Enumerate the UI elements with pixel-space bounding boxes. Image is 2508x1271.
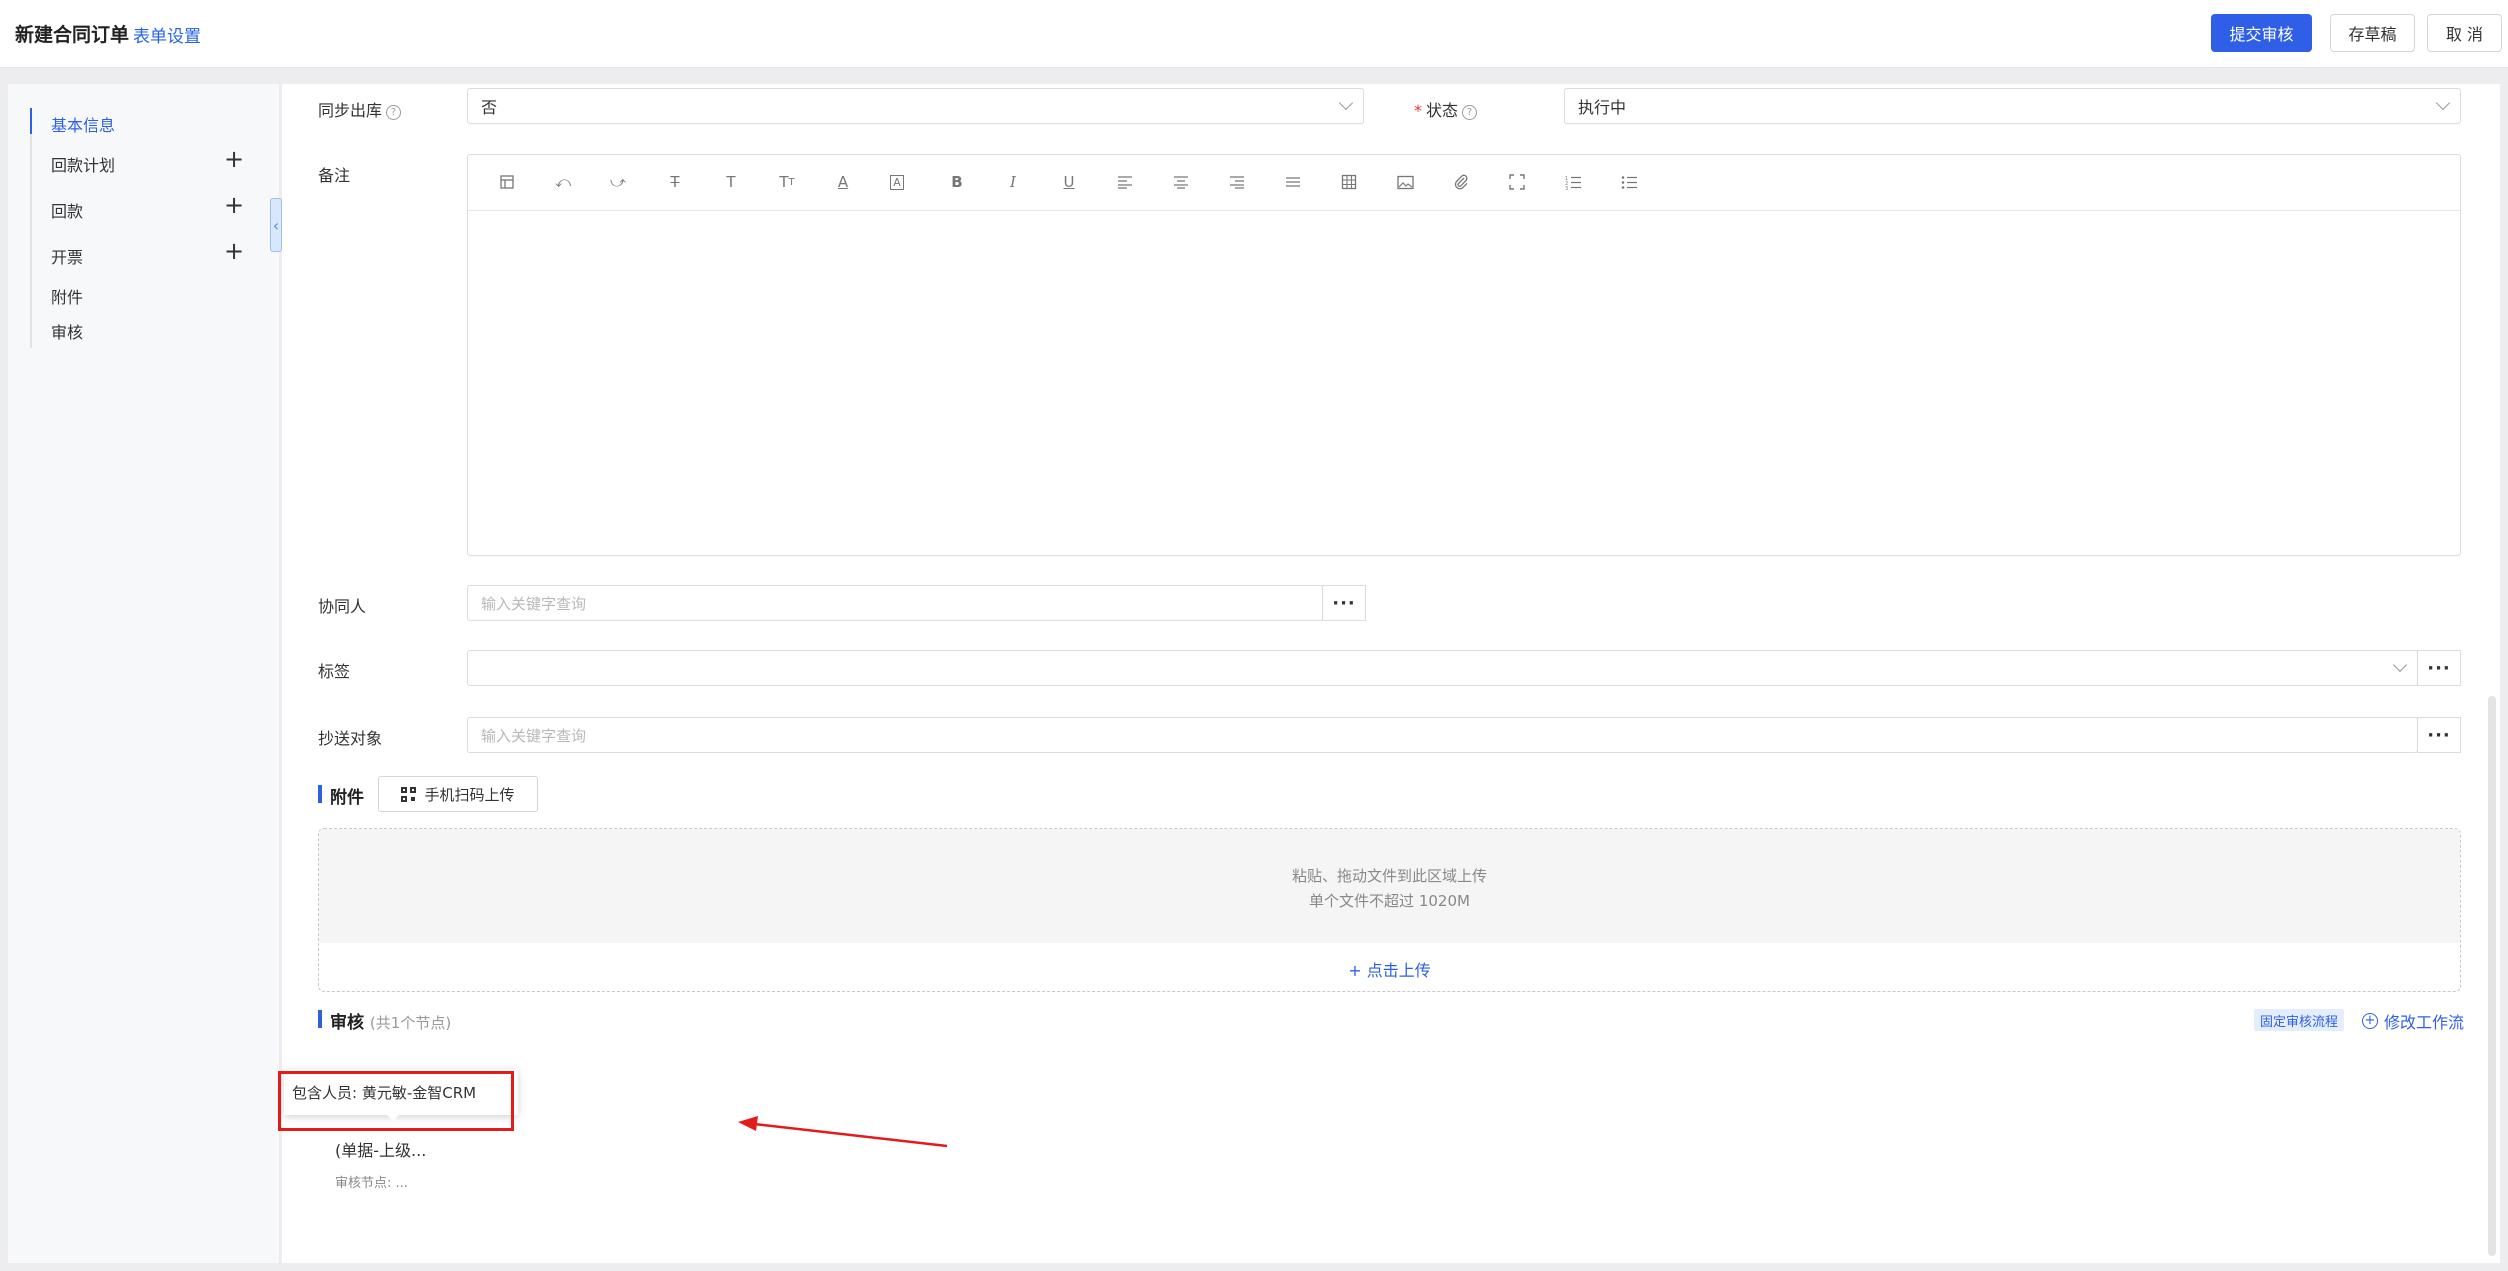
collaborator-input[interactable]: 输入关键字查询 — [467, 585, 1323, 621]
svg-text:3: 3 — [1565, 186, 1568, 190]
fullscreen-icon[interactable] — [1506, 171, 1528, 193]
review-node-sub: 审核节点: ... — [335, 1176, 408, 1191]
redo-icon[interactable]: ⤻ — [607, 171, 629, 193]
review-node-count: (共1个节点) — [369, 1014, 452, 1032]
help-icon[interactable]: ? — [1462, 105, 1478, 120]
text-format-icon[interactable]: T — [720, 171, 742, 193]
nav-active-indicator — [30, 108, 32, 134]
scan-upload-button[interactable]: 手机扫码上传 — [378, 776, 538, 812]
editor-toolbar: ⤺ ⤻ T T TT A A B I U 123 — [468, 155, 2460, 211]
add-payment-plan-icon[interactable]: + — [224, 147, 244, 171]
nav-item-payment-plan[interactable]: 回款计划 — [51, 152, 115, 176]
click-upload-link[interactable]: + 点击上传 — [319, 957, 2460, 981]
nav-item-invoice[interactable]: 开票 — [51, 244, 83, 268]
collapse-sidebar-icon[interactable]: ‹ — [270, 198, 282, 252]
nav-item-attachment[interactable]: 附件 — [51, 284, 83, 308]
review-title-text: 审核 — [330, 1013, 364, 1033]
review-section-title: 审核 (共1个节点) — [330, 1008, 451, 1033]
collaborator-picker-button[interactable]: ··· — [1322, 585, 1366, 621]
section-marker — [318, 1010, 322, 1028]
remarks-editor[interactable]: ⤺ ⤻ T T TT A A B I U 123 — [467, 154, 2461, 556]
sync-outbound-select[interactable]: 否 — [467, 88, 1364, 124]
underline-icon[interactable]: U — [1058, 171, 1080, 193]
page-header: 新建合同订单 表单设置 提交审核 存草稿 取 消 — [0, 0, 2508, 68]
background-color-icon[interactable]: A — [886, 171, 908, 193]
chevron-down-icon — [1338, 95, 1354, 111]
nav-item-payment[interactable]: 回款 — [51, 198, 83, 222]
attachment-icon[interactable] — [1450, 171, 1472, 193]
annotation-highlight-box — [278, 1071, 514, 1131]
save-draft-button[interactable]: 存草稿 — [2330, 14, 2415, 52]
sync-outbound-text: 同步出库 — [318, 101, 383, 120]
section-marker — [318, 785, 322, 803]
format-painter-icon[interactable] — [496, 171, 518, 193]
image-icon[interactable] — [1394, 171, 1416, 193]
section-nav: 基本信息 回款计划 + 回款 + 开票 + 附件 审核 — [8, 84, 280, 1263]
font-color-icon[interactable]: A — [832, 171, 854, 193]
help-icon[interactable]: ? — [386, 105, 402, 120]
italic-icon[interactable]: I — [1002, 171, 1024, 193]
upload-dropzone[interactable]: 粘贴、拖动文件到此区域上传 单个文件不超过 1020M + 点击上传 — [318, 828, 2461, 992]
tags-label: 标签 — [318, 662, 351, 681]
align-left-icon[interactable] — [1114, 171, 1136, 193]
status-select[interactable]: 执行中 — [1564, 88, 2461, 124]
cc-input[interactable]: 输入关键字查询 — [467, 717, 2418, 753]
submit-review-button[interactable]: 提交审核 — [2211, 14, 2312, 52]
edit-workflow-button[interactable]: + 修改工作流 — [2362, 1009, 2464, 1033]
chevron-down-icon — [2392, 657, 2408, 673]
bullet-list-icon[interactable] — [1618, 171, 1640, 193]
annotation-arrow — [738, 1116, 948, 1148]
upload-size-limit: 单个文件不超过 1020M — [1309, 892, 1470, 910]
align-right-icon[interactable] — [1226, 171, 1248, 193]
circle-plus-icon: + — [2362, 1013, 2378, 1029]
cc-picker-button[interactable]: ··· — [2417, 717, 2461, 753]
undo-icon[interactable]: ⤺ — [552, 171, 574, 193]
status-label: * 状态? — [1414, 97, 1478, 121]
status-text: 状态 — [1426, 101, 1459, 120]
nav-item-review[interactable]: 审核 — [51, 319, 83, 343]
upload-hint: 粘贴、拖动文件到此区域上传 — [1291, 867, 1487, 885]
strikethrough-icon[interactable]: T — [664, 171, 686, 193]
add-payment-icon[interactable]: + — [224, 193, 244, 217]
edit-workflow-label: 修改工作流 — [2384, 1013, 2465, 1032]
scan-upload-label: 手机扫码上传 — [424, 785, 515, 804]
nav-track — [30, 108, 32, 348]
status-value: 执行中 — [1578, 98, 1627, 117]
tags-picker-button[interactable]: ··· — [2417, 650, 2461, 686]
drop-area[interactable]: 粘贴、拖动文件到此区域上传 单个文件不超过 1020M — [319, 829, 2460, 943]
ordered-list-icon[interactable]: 123 — [1562, 171, 1584, 193]
table-icon[interactable] — [1338, 171, 1360, 193]
sync-outbound-label: 同步出库? — [318, 97, 402, 121]
required-mark: * — [1414, 101, 1422, 120]
fixed-flow-badge: 固定审核流程 — [2254, 1009, 2345, 1031]
bold-icon[interactable]: B — [946, 171, 968, 193]
add-invoice-icon[interactable]: + — [224, 239, 244, 263]
cc-placeholder: 输入关键字查询 — [481, 726, 587, 745]
qr-code-icon — [401, 786, 417, 802]
form-settings-link[interactable]: 表单设置 — [133, 22, 201, 47]
justify-icon[interactable] — [1282, 171, 1304, 193]
nav-item-basic-info[interactable]: 基本信息 — [51, 112, 115, 136]
attachment-section-title: 附件 — [330, 788, 364, 808]
scrollbar[interactable] — [2488, 696, 2496, 1256]
collaborator-label: 协同人 — [318, 597, 367, 616]
font-size-icon[interactable]: TT — [776, 171, 798, 193]
chevron-down-icon — [2435, 95, 2451, 111]
tags-select[interactable] — [467, 650, 2418, 686]
cancel-button[interactable]: 取 消 — [2427, 14, 2502, 52]
form-content: 同步出库? 否 * 状态? 执行中 备注 ⤺ ⤻ T T TT A A B I U — [278, 84, 2500, 1263]
align-center-icon[interactable] — [1170, 171, 1192, 193]
remarks-label: 备注 — [318, 166, 351, 185]
review-node-label[interactable]: (单据-上级... — [335, 1137, 426, 1161]
cc-label: 抄送对象 — [318, 729, 383, 748]
page-title: 新建合同订单 — [15, 24, 130, 46]
collaborator-placeholder: 输入关键字查询 — [481, 594, 587, 613]
sync-outbound-value: 否 — [481, 98, 498, 117]
